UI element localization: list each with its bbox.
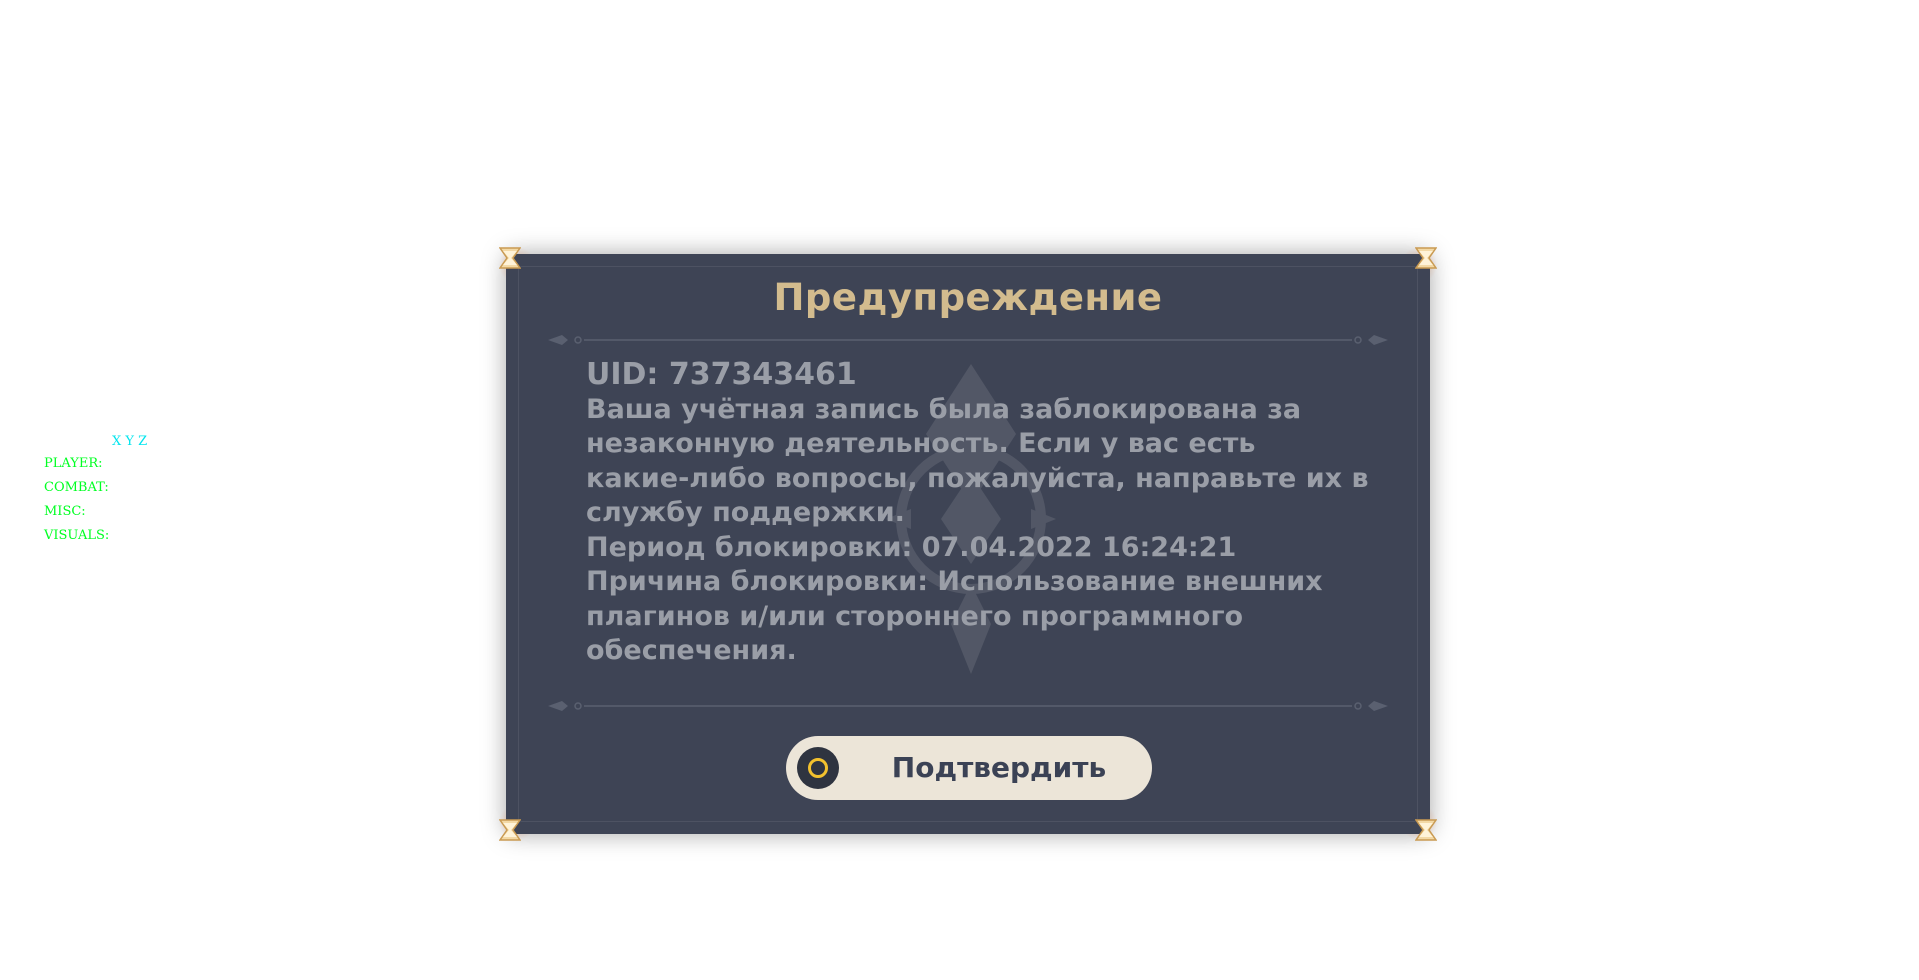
message-line: какие-либо вопросы, пожалуйста, направьт… (586, 462, 1369, 494)
corner-star-icon (499, 819, 521, 841)
menu-item-misc[interactable]: MISC: (44, 500, 147, 524)
message-line: Ваша учётная запись была заблокирована з… (586, 393, 1302, 425)
ban-warning-dialog: Предупреждение UID: 737343461 Ваша учётн… (499, 247, 1437, 841)
coords-label: X Y Z (112, 434, 148, 449)
menu-item-player[interactable]: PLAYER: (44, 452, 147, 476)
circle-button-icon (797, 747, 839, 789)
uid-line: UID: 737343461 (586, 357, 857, 392)
ban-message: UID: 737343461 Ваша учётная запись была … (586, 357, 1376, 669)
menu-item-visuals[interactable]: VISUALS: (44, 524, 147, 548)
message-line: незаконную деятельность. Если у вас есть (586, 428, 1256, 459)
ornament-divider (546, 696, 1390, 716)
confirm-button[interactable]: Подтвердить (786, 736, 1152, 800)
message-line: обеспечения. (586, 635, 797, 666)
corner-star-icon (1415, 247, 1437, 269)
corner-star-icon (1415, 819, 1437, 841)
menu-item-combat[interactable]: COMBAT: (44, 476, 147, 500)
confirm-button-label: Подтвердить (891, 751, 1107, 784)
message-line: службу поддержки. (586, 497, 905, 528)
ban-reason-line: Причина блокировки: Использование внешни… (586, 566, 1323, 597)
dialog-title: Предупреждение (773, 276, 1163, 319)
ornament-divider (546, 330, 1390, 350)
message-line: плагинов и/или стороннего программного (586, 600, 1244, 632)
ban-period-line: Период блокировки: 07.04.2022 16:24:21 (586, 531, 1237, 563)
cheat-overlay-menu: X Y Z PLAYER: COMBAT: MISC: VISUALS: (44, 432, 147, 548)
corner-star-icon (499, 247, 521, 269)
